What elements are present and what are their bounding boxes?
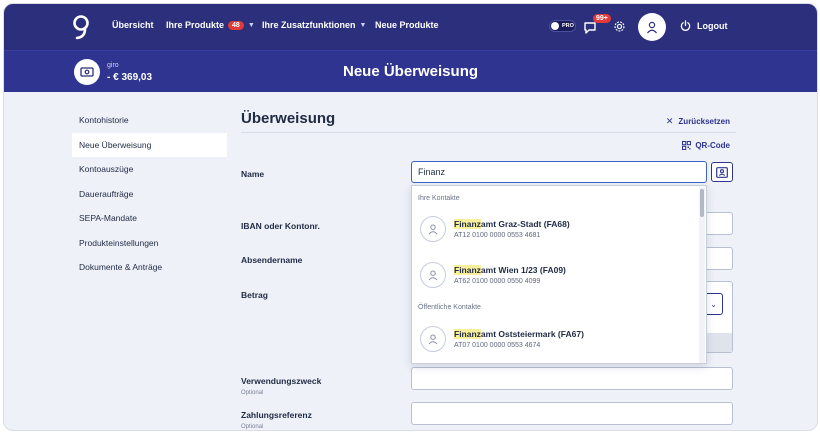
sidebar-item-dauerauftraege[interactable]: Daueraufträge [72, 182, 227, 207]
person-icon [420, 326, 446, 352]
nav-extras[interactable]: Ihre Zusatzfunktionen ▼ [262, 20, 366, 30]
suggestion-item[interactable]: Finanzamt Graz-Stadt (FA68) AT12 0100 00… [420, 211, 690, 247]
sidebar-item-kontohistorie[interactable]: Kontohistorie [72, 108, 227, 133]
messages-badge: 99+ [593, 14, 611, 23]
sidebar-item-kontoauszuege[interactable]: Kontoauszüge [72, 157, 227, 182]
iban-input[interactable] [704, 212, 733, 235]
name-suggestions-dropdown: Ihre Kontakte Finanzamt Graz-Stadt (FA68… [411, 185, 707, 364]
person-icon [420, 216, 446, 242]
nav-overview-label: Übersicht [112, 20, 154, 30]
sidebar-item-sepa-mandate[interactable]: SEPA-Mandate [72, 206, 227, 231]
sender-name-input[interactable] [704, 247, 733, 270]
nav-products[interactable]: Ihre Produkte 48 ▼ [166, 20, 255, 30]
top-navigation: Übersicht Ihre Produkte 48 ▼ Ihre Zusatz… [4, 4, 817, 50]
qr-code-button[interactable]: QR-Code [682, 141, 730, 150]
suggestion-name: Finanzamt Oststeiermark (FA67) [454, 329, 584, 339]
public-contacts-heading: Öffentliche Kontakte [418, 304, 481, 311]
iban-label: IBAN oder Kontonr. [241, 221, 320, 231]
purpose-label: Verwendungszweck [241, 376, 322, 386]
user-icon [647, 21, 657, 34]
match-highlight: Finanz [454, 265, 481, 275]
pro-label: PRO [562, 23, 574, 29]
amount-label: Betrag [241, 290, 268, 300]
suggestion-name-rest: amt Graz-Stadt (FA68) [480, 219, 570, 229]
nav-new-products-label: Neue Produkte [375, 20, 439, 30]
toggle-knob [551, 22, 559, 30]
suggestion-iban: AT12 0100 0000 0553 4681 [454, 232, 541, 239]
chevron-down-icon: ▼ [359, 21, 367, 29]
nav-extras-label: Ihre Zusatzfunktionen [262, 20, 356, 30]
brand-logo-icon[interactable] [70, 14, 92, 40]
name-input[interactable]: Finanz [411, 161, 707, 183]
logout-label: Logout [697, 20, 728, 31]
match-highlight: Finanz [454, 329, 481, 339]
form-heading: Überweisung [241, 110, 336, 127]
reference-optional: Optional [241, 424, 264, 430]
products-count-badge: 48 [228, 20, 244, 30]
suggestion-iban: AT07 0100 0000 0553 4674 [454, 342, 541, 349]
chat-bubble-icon[interactable] [583, 21, 597, 35]
sidebar: Kontohistorie Neue Überweisung Kontoausz… [72, 108, 227, 280]
pro-toggle[interactable]: PRO [549, 20, 576, 32]
reference-input[interactable] [411, 402, 733, 425]
suggestion-name: Finanzamt Wien 1/23 (FA09) [454, 265, 566, 275]
qr-code-icon [682, 141, 692, 150]
power-icon [680, 20, 691, 31]
chevron-down-icon: ▼ [247, 21, 255, 29]
reference-label: Zahlungsreferenz [241, 410, 312, 420]
sidebar-item-dokumente[interactable]: Dokumente & Anträge [72, 255, 227, 280]
sender-name-label: Absendername [241, 255, 303, 265]
gear-icon[interactable] [613, 20, 626, 33]
logout-button[interactable]: Logout [680, 20, 728, 31]
suggestion-iban: AT62 0100 0000 0550 4099 [454, 278, 541, 285]
own-contacts-heading: Ihre Kontakte [418, 195, 460, 202]
sidebar-item-neue-ueberweisung[interactable]: Neue Überweisung [72, 132, 227, 157]
match-highlight: Finanz [454, 219, 481, 229]
contact-card-icon [716, 166, 728, 178]
app-frame: Übersicht Ihre Produkte 48 ▼ Ihre Zusatz… [3, 3, 818, 431]
user-avatar[interactable] [638, 13, 666, 41]
suggestion-name-rest: amt Wien 1/23 (FA09) [480, 265, 566, 275]
reset-label: Zurücksetzen [678, 117, 730, 126]
chevron-down-icon: ⌄ [710, 299, 717, 309]
suggestion-name: Finanzamt Graz-Stadt (FA68) [454, 219, 570, 229]
nav-overview[interactable]: Übersicht [112, 20, 154, 30]
sidebar-item-produkteinstellungen[interactable]: Produkteinstellungen [72, 231, 227, 256]
qr-code-label: QR-Code [695, 141, 730, 150]
contact-picker-button[interactable] [711, 162, 733, 182]
purpose-input[interactable] [411, 367, 733, 390]
name-label: Name [241, 169, 265, 179]
nav-new-products[interactable]: Neue Produkte [375, 20, 439, 30]
nav-products-label: Ihre Produkte [166, 20, 225, 30]
divider [241, 132, 736, 133]
suggestion-item[interactable]: Finanzamt Wien 1/23 (FA09) AT62 0100 000… [420, 257, 690, 293]
reset-button[interactable]: ✕ Zurücksetzen [666, 116, 730, 127]
suggestion-item[interactable]: Finanzamt Oststeiermark (FA67) AT07 0100… [420, 321, 690, 357]
suggestion-name-rest: amt Oststeiermark (FA67) [480, 329, 584, 339]
person-icon [420, 262, 446, 288]
close-icon: ✕ [665, 116, 674, 126]
amount-footer [705, 333, 732, 352]
purpose-optional: Optional [241, 390, 264, 396]
page-title: Neue Überweisung [342, 63, 479, 80]
dropdown-scrollbar-thumb[interactable] [700, 189, 704, 217]
account-header: giro - € 369,03 Neue Überweisung [4, 50, 817, 92]
